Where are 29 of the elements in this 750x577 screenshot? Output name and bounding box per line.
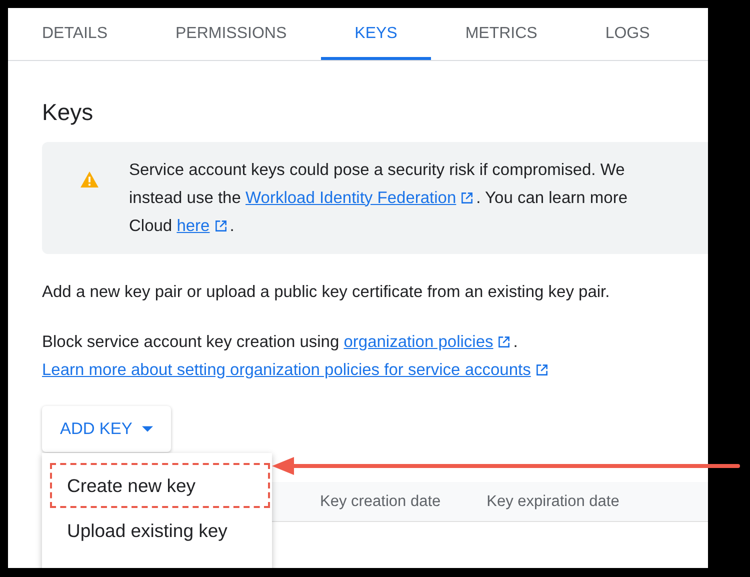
- column-header: Key creation date: [320, 492, 441, 510]
- body-text: .: [513, 332, 518, 352]
- body-text: .: [230, 216, 234, 236]
- link[interactable]: here: [176, 216, 210, 236]
- menu-item[interactable]: Create new key: [50, 463, 270, 508]
- external-link-icon: [214, 219, 228, 233]
- body-text: Block service account key creation using: [42, 332, 340, 352]
- body-text: Cloud: [129, 216, 174, 236]
- link[interactable]: Workload Identity Federation: [246, 188, 456, 208]
- body-text: Service account keys could pose a security risk if compromised. We: [129, 160, 625, 180]
- section-heading: Keys: [42, 99, 94, 126]
- tab[interactable]: METRICS: [431, 8, 572, 60]
- caret-icon: [142, 426, 154, 432]
- external-link-icon: [534, 363, 549, 377]
- link[interactable]: Learn more about setting organization policies for service accounts: [42, 360, 531, 380]
- tab[interactable]: LOGS: [571, 8, 684, 60]
- column-header: Key expiration date: [486, 492, 620, 510]
- external-link-icon: [497, 335, 512, 349]
- menu-item[interactable]: Upload existing key: [50, 508, 270, 553]
- link[interactable]: organization policies: [344, 332, 494, 352]
- add-key-button[interactable]: ADD KEY: [42, 406, 172, 452]
- body-text: instead use the: [129, 188, 242, 208]
- body-text: . You can learn more: [476, 188, 628, 208]
- body-text: Add a new key pair or upload a public key certificate from an existing key pair.: [42, 282, 610, 302]
- tab[interactable]: DETAILS: [8, 8, 142, 60]
- warning-icon: [80, 171, 99, 188]
- external-link-icon: [460, 191, 474, 205]
- tab[interactable]: KEYS: [320, 8, 432, 60]
- tab[interactable]: PERMISSIONS: [142, 8, 321, 60]
